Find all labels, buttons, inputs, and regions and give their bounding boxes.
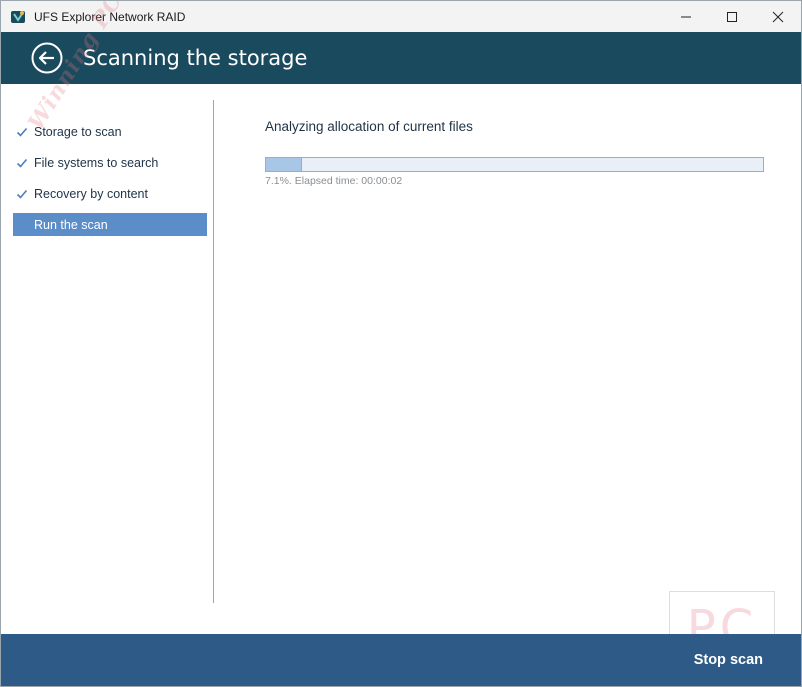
window-controls (663, 1, 801, 32)
step-recovery-by-content[interactable]: Recovery by content (13, 182, 207, 205)
maximize-button[interactable] (709, 1, 755, 32)
scan-progress-bar (265, 157, 764, 172)
app-logo-icon (11, 10, 25, 23)
footer-bar: Stop scan (1, 634, 801, 686)
steps-sidebar: Storage to scan File systems to search R… (1, 84, 213, 604)
close-icon (772, 11, 784, 22)
checkmark-icon (15, 125, 29, 139)
page-title: Scanning the storage (83, 46, 308, 70)
minimize-button[interactable] (663, 1, 709, 32)
step-file-systems-to-search[interactable]: File systems to search (13, 151, 207, 174)
app-window: UFS Explorer Network RAID Scanning the s… (0, 0, 802, 687)
page-header: Scanning the storage (1, 32, 801, 84)
scan-status: Analyzing allocation of current files (265, 119, 473, 134)
sidebar-divider (213, 100, 214, 603)
checkmark-icon (15, 187, 29, 201)
maximize-icon (727, 11, 737, 22)
step-run-the-scan[interactable]: Run the scan (13, 213, 207, 236)
progress-info: 7.1%. Elapsed time: 00:00:02 (265, 175, 403, 187)
stop-scan-button[interactable]: Stop scan (694, 652, 763, 668)
step-label: Recovery by content (34, 186, 148, 201)
progress-fill (266, 158, 303, 171)
step-label: Run the scan (34, 217, 108, 232)
step-label: File systems to search (34, 155, 159, 170)
close-button[interactable] (755, 1, 801, 32)
minimize-icon (681, 16, 691, 17)
checkmark-icon (15, 156, 29, 170)
